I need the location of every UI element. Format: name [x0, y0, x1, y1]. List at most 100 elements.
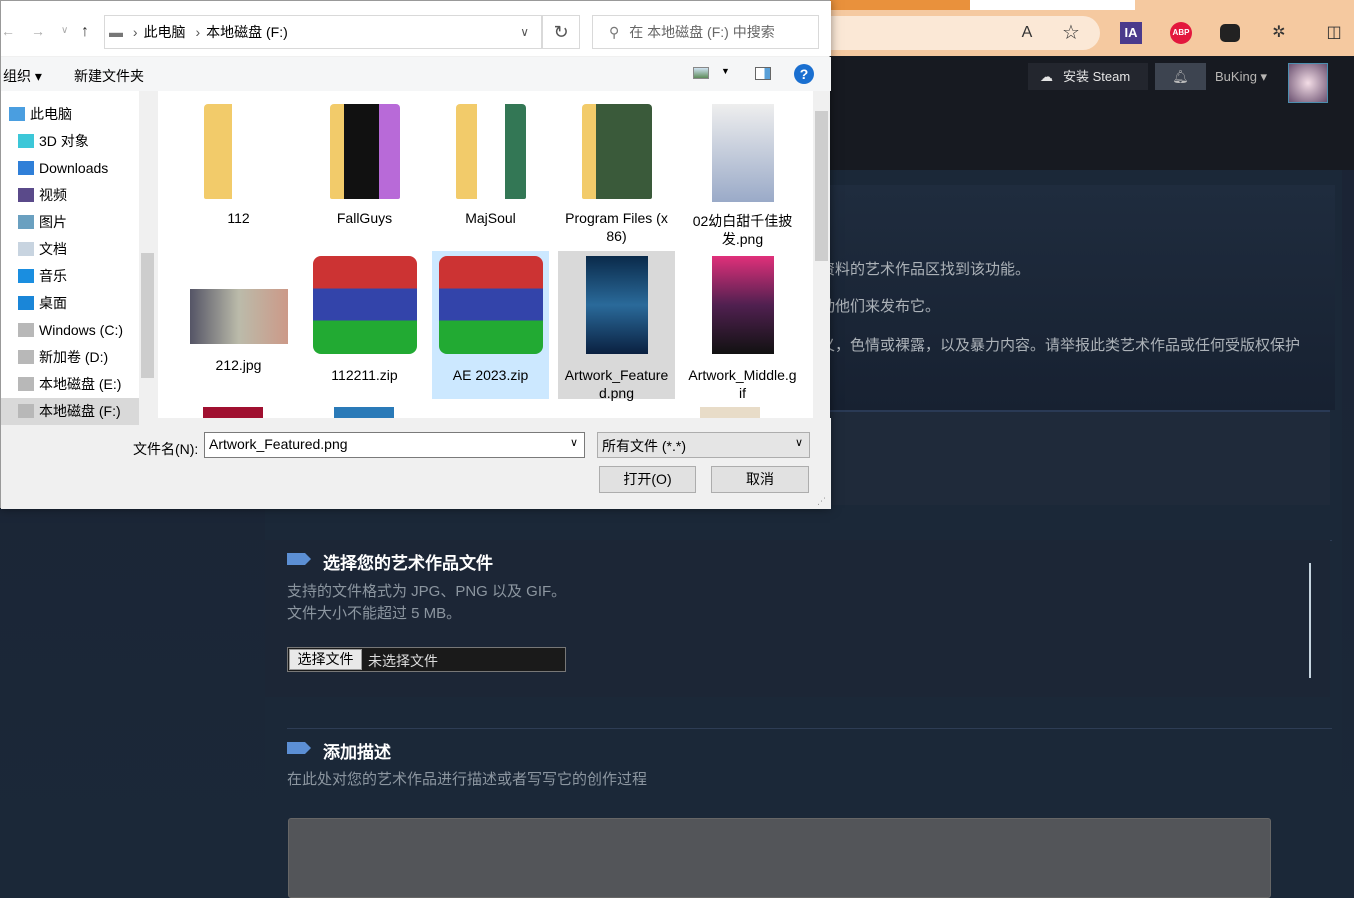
- avatar[interactable]: [1288, 63, 1328, 103]
- 3d-objects-icon: [18, 134, 34, 148]
- view-dropdown-icon[interactable]: ▼: [721, 66, 730, 76]
- file-item[interactable]: 112: [180, 101, 297, 251]
- file-item[interactable]: FallGuys: [306, 101, 423, 251]
- nav-item[interactable]: 桌面: [1, 290, 139, 317]
- tampermonkey-icon[interactable]: [1220, 24, 1240, 42]
- file-item[interactable]: Program Files (x86): [558, 101, 675, 251]
- nav-item[interactable]: 本地磁盘 (F:): [1, 398, 139, 425]
- ia-extension-icon[interactable]: IA: [1120, 22, 1142, 44]
- documents-icon: [18, 242, 34, 256]
- file-name: 112211.zip: [331, 367, 398, 383]
- nav-item[interactable]: 本地磁盘 (E:): [1, 371, 139, 398]
- nav-item-label: 视频: [39, 187, 67, 203]
- intro-line: 动他们来发布它。: [820, 298, 941, 315]
- favorite-star-icon[interactable]: ☆: [1060, 22, 1082, 44]
- nav-item-label: 桌面: [39, 295, 67, 311]
- drive-icon: ▬: [109, 24, 123, 40]
- new-folder-button[interactable]: 新建文件夹: [74, 66, 144, 86]
- nav-item[interactable]: Downloads: [1, 155, 139, 182]
- file-item[interactable]: Artwork_Featured.png: [558, 251, 675, 401]
- split-screen-icon[interactable]: ◫: [1323, 22, 1345, 44]
- filename-label: 文件名(N):: [133, 441, 199, 457]
- nav-item[interactable]: Windows (C:): [1, 317, 139, 344]
- folder-icon: [329, 104, 400, 199]
- browser-tab-active[interactable]: [970, 0, 1135, 10]
- file-item[interactable]: 212.jpg: [180, 251, 297, 399]
- nav-item[interactable]: 图片: [1, 209, 139, 236]
- browser-tab[interactable]: [830, 0, 970, 10]
- nav-item-label: Downloads: [39, 160, 109, 176]
- nav-item[interactable]: 3D 对象: [1, 128, 139, 155]
- recent-chevron-icon[interactable]: ∨: [61, 25, 68, 36]
- read-aloud-icon[interactable]: A: [1016, 22, 1038, 44]
- chevron-down-icon[interactable]: ∨: [520, 16, 529, 48]
- nav-item-label: 图片: [39, 214, 67, 230]
- nav-item[interactable]: 视频: [1, 182, 139, 209]
- files-scrollbar[interactable]: [813, 91, 830, 418]
- zip-archive-icon: [438, 256, 543, 354]
- open-button[interactable]: 打开(O): [599, 466, 696, 493]
- cancel-button[interactable]: 取消: [711, 466, 809, 493]
- file-size-note: 文件大小不能超过 5 MB。: [287, 605, 462, 622]
- image-thumbnail[interactable]: [203, 407, 263, 418]
- adblock-plus-icon[interactable]: ABP: [1170, 22, 1192, 44]
- file-name: Program Files (x86): [565, 210, 668, 244]
- divider: [287, 728, 1332, 729]
- file-type-select[interactable]: 所有文件 (*.*) ∨: [597, 432, 810, 458]
- choose-file-button[interactable]: 选择文件: [289, 649, 362, 670]
- view-options-icon[interactable]: [693, 67, 709, 79]
- image-thumbnail: [711, 256, 774, 354]
- file-name: MajSoul: [465, 210, 516, 226]
- nav-item[interactable]: 此电脑: [1, 101, 139, 128]
- command-bar: 组织 ▾ 新建文件夹 ▼ ?: [1, 57, 831, 91]
- nav-item-label: 音乐: [39, 268, 67, 284]
- nav-item-label: 本地磁盘 (F:): [39, 403, 121, 419]
- image-thumbnail: [585, 256, 648, 354]
- file-item[interactable]: AE 2023.zip: [432, 251, 549, 399]
- drive-icon: [18, 404, 34, 418]
- refresh-button[interactable]: ↻: [542, 15, 580, 49]
- no-file-label: 未选择文件: [368, 653, 438, 669]
- nav-scrollbar[interactable]: [139, 91, 156, 418]
- file-input[interactable]: 选择文件 未选择文件: [287, 647, 566, 672]
- image-thumbnail[interactable]: [700, 407, 760, 418]
- file-name: AE 2023.zip: [452, 367, 529, 383]
- file-item[interactable]: MajSoul: [432, 101, 549, 251]
- description-subtitle: 在此处对您的艺术作品进行描述或者写写它的创作过程: [287, 771, 648, 788]
- music-icon: [18, 269, 34, 283]
- address-bar[interactable]: [820, 16, 1100, 50]
- preview-pane-icon[interactable]: [755, 67, 771, 80]
- file-list: 112 FallGuys MajSoul Program Files (x86) 02幼…: [158, 91, 813, 418]
- file-item[interactable]: 02幼白甜千佳披发.png: [684, 101, 801, 251]
- organize-menu[interactable]: 组织 ▾: [3, 66, 42, 86]
- chevron-down-icon[interactable]: ∨: [570, 436, 578, 449]
- chevron-down-icon: ∨: [794, 437, 803, 449]
- drive-icon: [18, 377, 34, 391]
- zip-archive-icon: [312, 256, 417, 354]
- breadcrumb[interactable]: ▬ › 此电脑 › 本地磁盘 (F:) ∨: [104, 15, 542, 49]
- notifications-button[interactable]: 🔔︎: [1155, 63, 1206, 90]
- description-textarea[interactable]: [288, 818, 1271, 898]
- search-input[interactable]: ⚲ 在 本地磁盘 (F:) 中搜索: [592, 15, 819, 49]
- up-icon[interactable]: ↑: [81, 23, 89, 41]
- filename-input[interactable]: Artwork_Featured.png ∨: [204, 432, 585, 458]
- dialog-bottom: 文件名(N): Artwork_Featured.png ∨ 所有文件 (*.*)…: [1, 418, 831, 509]
- back-icon[interactable]: ←: [1, 23, 15, 39]
- scrollbar[interactable]: [1309, 563, 1311, 678]
- breadcrumb-item[interactable]: 本地磁盘 (F:): [206, 24, 288, 40]
- file-item[interactable]: 112211.zip: [306, 251, 423, 399]
- image-thumbnail[interactable]: [334, 407, 394, 418]
- forward-icon[interactable]: →: [31, 23, 45, 39]
- nav-item[interactable]: 新加卷 (D:): [1, 344, 139, 371]
- extensions-icon[interactable]: ✲: [1268, 22, 1290, 44]
- file-item[interactable]: Artwork_Middle.gif: [684, 251, 801, 401]
- nav-item-label: 本地磁盘 (E:): [39, 376, 122, 392]
- nav-item[interactable]: 音乐: [1, 263, 139, 290]
- file-name: Artwork_Featured.png: [564, 367, 669, 401]
- nav-item[interactable]: 文档: [1, 236, 139, 263]
- breadcrumb-item[interactable]: 此电脑: [144, 24, 186, 40]
- install-steam-button[interactable]: ☁ 安装 Steam: [1028, 63, 1148, 90]
- resize-grip-icon[interactable]: ⋰: [817, 496, 826, 507]
- account-menu[interactable]: BuKing ▾: [1215, 63, 1267, 90]
- help-icon[interactable]: ?: [794, 64, 814, 84]
